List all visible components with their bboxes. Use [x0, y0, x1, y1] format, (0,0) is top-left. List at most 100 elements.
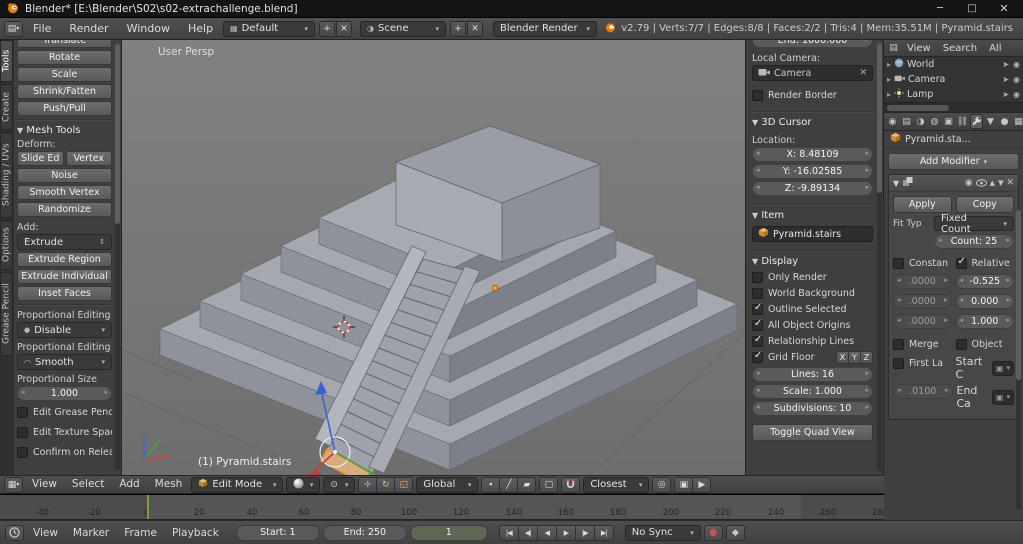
extrude-region-button[interactable]: Extrude Region — [17, 252, 112, 267]
expand-icon[interactable]: ▸ — [887, 90, 891, 99]
tab-data[interactable]: ▼ — [984, 114, 997, 129]
move-down-icon[interactable]: ▼ — [998, 179, 1003, 187]
timeline-menu-marker[interactable]: Marker — [67, 524, 115, 542]
outliner-item-lamp[interactable]: ▸ Lamp ➤ ◉ — [884, 87, 1023, 102]
tab-world[interactable]: ◍ — [928, 114, 941, 129]
all-object-origins-checkbox[interactable]: All Object Origins — [752, 317, 873, 333]
inset-faces-button[interactable]: Inset Faces — [17, 286, 112, 301]
tab-render[interactable]: ◉ — [886, 114, 899, 129]
relative-x-field[interactable]: -0.525 — [955, 274, 1014, 289]
view3d-menu-mesh[interactable]: Mesh — [149, 476, 189, 493]
snap-element-select[interactable]: Closest ▾ — [583, 476, 650, 493]
grid-subdivisions-field[interactable]: Subdivisions:10 — [752, 401, 873, 416]
slide-edge-button[interactable]: Slide Ed — [17, 151, 64, 166]
vertex-slide-button[interactable]: Vertex — [65, 151, 112, 166]
object-offset-checkbox[interactable]: Object — [955, 336, 1015, 352]
scale-button[interactable]: Scale — [17, 67, 112, 82]
modifier-panel-header[interactable]: ▼ ◉ ▲ ▼ ✕ — [889, 175, 1018, 192]
only-render-checkbox[interactable]: Only Render — [752, 269, 873, 285]
fit-type-select[interactable]: Fixed Count ▾ — [934, 213, 1014, 235]
render-border-checkbox[interactable]: Render Border — [752, 87, 873, 103]
relationship-lines-checkbox[interactable]: Relationship Lines — [752, 333, 873, 349]
relative-y-field[interactable]: 0.000 — [955, 294, 1014, 309]
checkbox[interactable] — [17, 426, 28, 438]
object-name-field[interactable]: Pyramid.stairs — [752, 226, 873, 242]
collapse-icon[interactable]: ▼ — [893, 179, 899, 188]
constant-z-field[interactable]: .0000 — [893, 314, 952, 329]
timeline-menu-frame[interactable]: Frame — [118, 524, 163, 542]
outliner-menu-search[interactable]: Search — [938, 41, 982, 56]
constant-x-field[interactable]: .0000 — [893, 274, 952, 289]
opengl-render-anim-icon[interactable]: ▶ — [692, 476, 712, 493]
clear-icon[interactable]: ✕ — [859, 68, 867, 78]
tool-shelf-scrollbar[interactable] — [115, 44, 120, 470]
scale-manipulator-icon[interactable]: ◱ — [394, 476, 414, 493]
editor-type-3d-icon[interactable]: ▦ ▾ — [4, 476, 23, 493]
first-last-checkbox[interactable]: First La — [893, 355, 952, 371]
end-cap-field[interactable]: ▣ ▾ — [991, 389, 1014, 405]
render-toggle-icon[interactable]: ◉ — [1013, 75, 1020, 84]
mode-select[interactable]: Edit Mode ▾ — [191, 476, 284, 493]
confirm-on-release-checkbox[interactable]: Confirm on Release — [17, 444, 112, 460]
noise-button[interactable]: Noise — [17, 168, 112, 183]
editor-type-icon[interactable]: ▤ ▾ — [4, 20, 23, 37]
checkbox[interactable] — [752, 89, 763, 101]
grid-lines-field[interactable]: Lines:16 — [752, 367, 873, 382]
tab-create[interactable]: Create — [0, 84, 13, 130]
start-cap-field[interactable]: ▣ ▾ — [991, 360, 1014, 376]
checkbox[interactable] — [17, 406, 28, 418]
proportional-falloff-select[interactable]: ◠ Smooth ▾ — [17, 354, 112, 370]
copy-button[interactable]: Copy — [955, 196, 1014, 213]
merge-checkbox[interactable]: Merge — [893, 336, 952, 352]
push-pull-button[interactable]: Push/Pull — [17, 101, 112, 116]
close-button[interactable]: ✕ — [991, 1, 1017, 17]
face-select-icon[interactable]: ▰ — [517, 476, 537, 493]
tab-grease-pencil[interactable]: Grease Pencil — [0, 272, 13, 356]
tab-shading-uvs[interactable]: Shading / UVs — [0, 132, 13, 218]
editor-type-timeline-icon[interactable] — [5, 524, 24, 541]
camera-id-field[interactable]: Camera ✕ — [752, 65, 873, 81]
render-engine-select[interactable]: Blender Render ▾ — [493, 20, 598, 37]
shrink-fatten-button[interactable]: Shrink/Fatten — [17, 84, 112, 99]
relative-z-field[interactable]: 1.000 — [955, 314, 1014, 329]
next-keyframe-button[interactable]: |▶ — [574, 524, 595, 541]
current-frame-indicator[interactable] — [147, 495, 149, 519]
current-frame-field[interactable]: 1 — [409, 524, 488, 541]
cursor-y-field[interactable]: Y:-16.02585 — [752, 164, 873, 179]
prev-keyframe-button[interactable]: ◀| — [517, 524, 538, 541]
menu-file[interactable]: File — [25, 19, 59, 39]
sync-mode-select[interactable]: No Sync ▾ — [624, 524, 701, 541]
jump-to-end-button[interactable]: ▶| — [593, 524, 614, 541]
frame-start-field[interactable]: Start: 1 — [235, 524, 320, 541]
randomize-button[interactable]: Randomize — [17, 202, 112, 217]
breadcrumb-object-name[interactable]: Pyramid.sta... — [905, 134, 971, 145]
proportional-size-field[interactable]: 1.000 — [17, 386, 112, 401]
play-button[interactable]: ▶ — [555, 524, 576, 541]
limit-to-visible-icon[interactable]: ▢ — [539, 476, 559, 493]
frame-end-field[interactable]: End: 250 — [322, 524, 407, 541]
outline-selected-checkbox[interactable]: Outline Selected — [752, 301, 873, 317]
delete-modifier-icon[interactable]: ✕ — [1006, 178, 1014, 188]
extrude-individual-button[interactable]: Extrude Individual — [17, 269, 112, 284]
select-icon[interactable]: ➤ — [1002, 75, 1009, 84]
timeline-ruler[interactable]: -40 -20 0 20 40 60 80 100 120 140 160 18… — [0, 495, 884, 520]
translate-manipulator-icon[interactable]: ✛ — [358, 476, 378, 493]
auto-keyframe-record-button[interactable]: ● — [703, 524, 723, 541]
rotate-button[interactable]: Rotate — [17, 50, 112, 65]
merge-distance-field[interactable]: .0100 — [893, 384, 953, 399]
play-reverse-button[interactable]: ◀ — [536, 524, 557, 541]
snap-magnet-icon[interactable] — [561, 476, 581, 493]
menu-render[interactable]: Render — [61, 19, 116, 39]
apply-button[interactable]: Apply — [893, 196, 952, 213]
tab-material[interactable]: ● — [998, 114, 1011, 129]
timeline-menu-playback[interactable]: Playback — [166, 524, 225, 542]
outliner-menu-view[interactable]: View — [902, 41, 936, 56]
eye-icon[interactable] — [975, 177, 987, 190]
pivot-point-select[interactable]: ⊙ ▾ — [323, 476, 356, 493]
expand-icon[interactable]: ▸ — [887, 75, 891, 84]
smooth-vertex-button[interactable]: Smooth Vertex — [17, 185, 112, 200]
delete-scene-button[interactable]: ✕ — [467, 20, 484, 37]
delete-layout-button[interactable]: ✕ — [336, 20, 353, 37]
render-visibility-icon[interactable]: ◉ — [965, 178, 973, 188]
snap-target-icon[interactable]: ◎ — [652, 476, 672, 493]
